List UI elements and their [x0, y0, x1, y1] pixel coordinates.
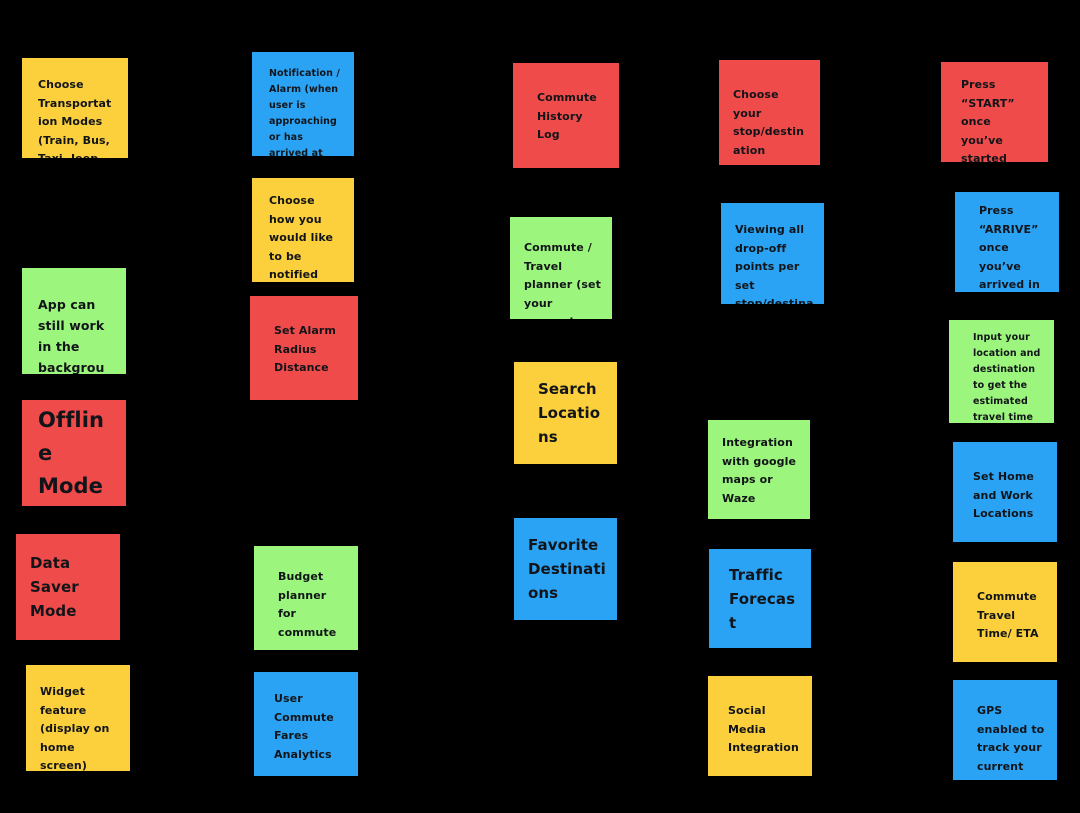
sticky-note-transportation-modes[interactable]: Choose Transportation Modes (Train, Bus,…: [22, 58, 128, 158]
sticky-note-text: Commute / Travel planner (set your commu…: [524, 241, 601, 319]
sticky-note-text: Search Locations: [538, 380, 601, 446]
sticky-note-text: Choose how you would like to be notified…: [269, 194, 334, 281]
sticky-note-text: User Commute Fares Analytics: [274, 692, 334, 761]
sticky-note-home-work-locations[interactable]: Set Home and Work Locations: [953, 442, 1057, 542]
sticky-note-press-start[interactable]: Press “START” once you’ve started your c…: [941, 62, 1048, 162]
sticky-note-text: Set Home and Work Locations: [973, 470, 1034, 520]
sticky-note-text: Offline Mode: [38, 407, 105, 498]
sticky-note-text: Notification / Alarm (when user is appro…: [269, 68, 340, 156]
sticky-note-text: Social Media Integration: [728, 704, 799, 754]
sticky-note-text: Input your location and destination to g…: [973, 332, 1041, 423]
sticky-note-background-work[interactable]: App can still work in the background: [22, 268, 126, 374]
sticky-note-text: Traffic Forecast: [729, 565, 796, 632]
sticky-note-text: Budget planner for commute: [278, 570, 337, 639]
sticky-note-commute-travel-time[interactable]: Commute Travel Time/ ETA: [953, 562, 1057, 662]
sticky-note-notification-alarm[interactable]: Notification / Alarm (when user is appro…: [252, 52, 354, 156]
sticky-note-choose-stop[interactable]: Choose your stop/destination: [719, 60, 820, 165]
sticky-note-text: Data Saver Mode: [30, 554, 79, 620]
sticky-note-traffic-forecast[interactable]: Traffic Forecast: [709, 549, 811, 648]
sticky-note-text: Commute History Log: [537, 91, 597, 141]
sticky-note-text: Viewing all drop-off points per set stop…: [735, 223, 814, 304]
sticky-note-budget-planner[interactable]: Budget planner for commute: [254, 546, 358, 650]
sticky-note-text: Set Alarm Radius Distance: [274, 324, 336, 374]
sticky-note-input-location[interactable]: Input your location and destination to g…: [949, 320, 1054, 423]
sticky-note-text: Commute Travel Time/ ETA: [977, 590, 1039, 640]
sticky-note-text: Choose your stop/destination: [733, 88, 805, 157]
sticky-note-fares-analytics[interactable]: User Commute Fares Analytics: [254, 672, 358, 776]
sticky-note-text: Integration with google maps or Waze: [722, 436, 797, 505]
sticky-note-text: Press “START” once you’ve started your c…: [961, 78, 1015, 162]
sticky-note-gps-enabled[interactable]: GPS enabled to track your current locati…: [953, 680, 1057, 780]
sticky-note-alarm-radius[interactable]: Set Alarm Radius Distance: [250, 296, 358, 400]
sticky-note-favorite-destinations[interactable]: Favorite Destinations: [514, 518, 617, 620]
sticky-note-text: GPS enabled to track your current locati…: [977, 704, 1045, 780]
sticky-note-text: App can still work in the background: [38, 297, 105, 374]
sticky-note-offline-mode[interactable]: Offline Mode: [22, 400, 126, 506]
sticky-note-text: Favorite Destinations: [528, 536, 606, 602]
sticky-note-social-media-integration[interactable]: Social Media Integration: [708, 676, 812, 776]
sticky-note-notify-preference[interactable]: Choose how you would like to be notified…: [252, 178, 354, 282]
sticky-note-search-locations[interactable]: Search Locations: [514, 362, 617, 464]
sticky-note-text: Press “ARRIVE” once you’ve arrived in yo…: [979, 204, 1040, 291]
sticky-note-press-arrive[interactable]: Press “ARRIVE” once you’ve arrived in yo…: [955, 192, 1059, 292]
sticky-note-data-saver-mode[interactable]: Data Saver Mode: [16, 534, 120, 640]
sticky-note-text: Choose Transportation Modes (Train, Bus,…: [38, 78, 112, 158]
sticky-note-board: Choose Transportation Modes (Train, Bus,…: [0, 0, 1080, 813]
sticky-note-travel-planner[interactable]: Commute / Travel planner (set your commu…: [510, 217, 612, 319]
sticky-note-maps-integration[interactable]: Integration with google maps or Waze: [708, 420, 810, 519]
sticky-note-widget-feature[interactable]: Widget feature (display on home screen): [26, 665, 130, 771]
sticky-note-commute-history-log[interactable]: Commute History Log: [513, 63, 619, 168]
sticky-note-text: Widget feature (display on home screen): [40, 685, 110, 771]
sticky-note-view-dropoff-points[interactable]: Viewing all drop-off points per set stop…: [721, 203, 824, 304]
